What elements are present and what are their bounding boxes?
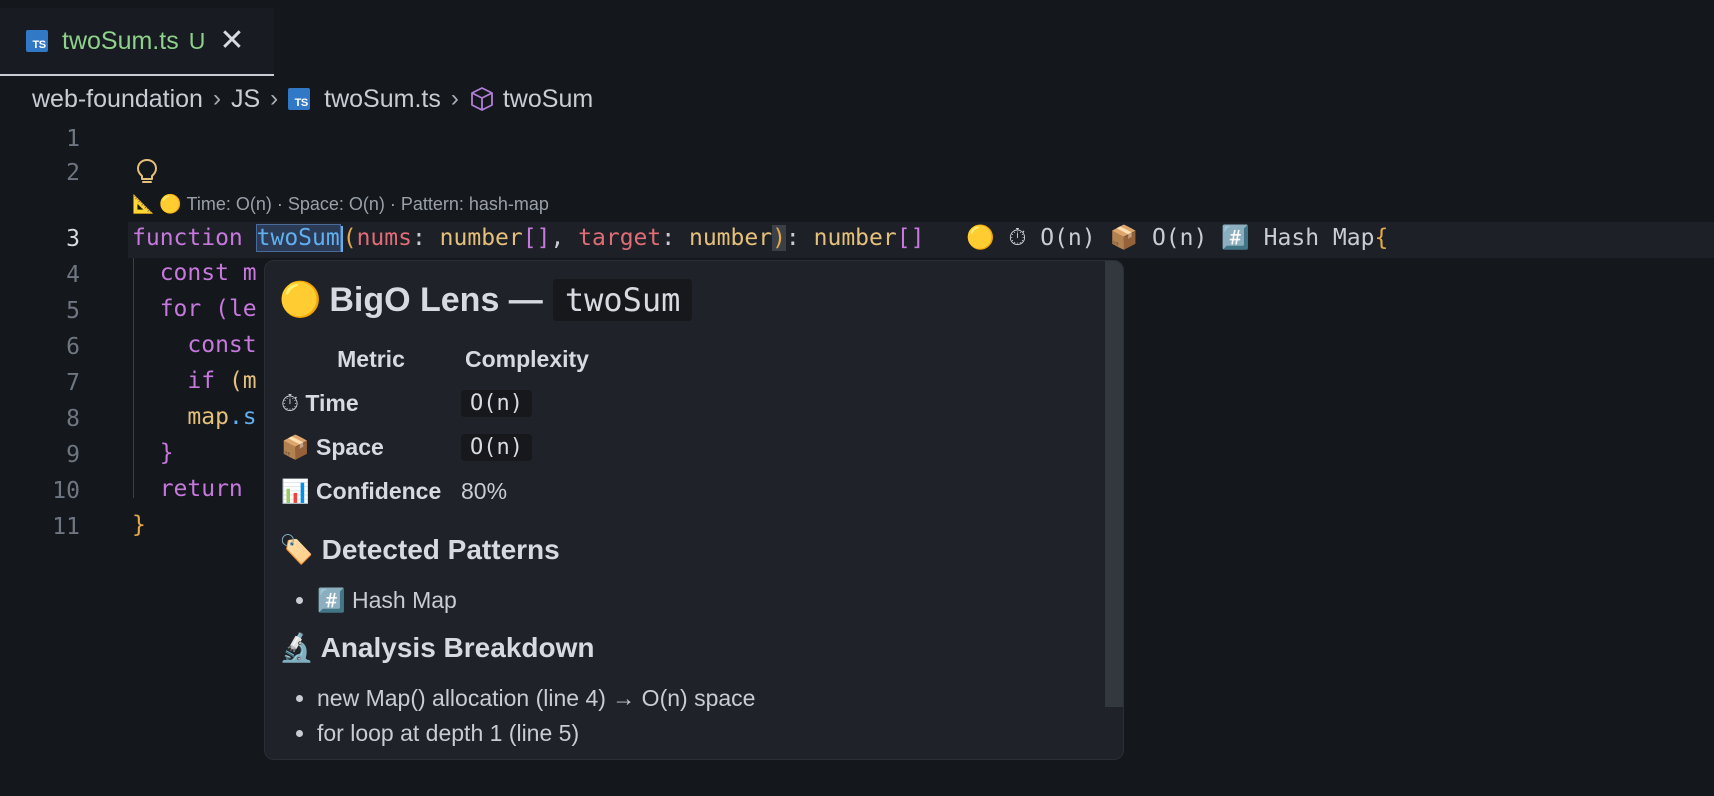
- line-number: 1: [66, 126, 80, 152]
- code-text: .s: [228, 404, 257, 430]
- keyword: if: [132, 368, 229, 394]
- list-item: #️⃣ Hash Map: [317, 587, 457, 614]
- patterns-list: #️⃣ Hash Map: [297, 587, 457, 622]
- codelens-complexity[interactable]: 📐 🟡 Time: O(n) · Space: O(n) · Pattern: …: [132, 194, 549, 215]
- code-text: }: [132, 512, 146, 538]
- editor-tab-twosum[interactable]: TS twoSum.ts U ✕: [0, 8, 274, 76]
- yellow-circle-icon: 🟡: [279, 280, 322, 320]
- metric-value: 80%: [461, 477, 508, 504]
- line-number: 8: [66, 406, 80, 432]
- breadcrumb-item-symbol[interactable]: twoSum: [503, 85, 593, 114]
- table-header: Metric Complexity: [281, 337, 665, 381]
- chevron-right-icon: ›: [450, 85, 459, 112]
- type: number: [439, 225, 523, 251]
- lightbulb-icon[interactable]: [136, 158, 158, 190]
- chevron-right-icon: ›: [212, 85, 221, 112]
- code-line-11: }: [132, 512, 146, 538]
- code-line-6: const: [132, 332, 257, 358]
- package-icon: 📦: [281, 434, 310, 461]
- typescript-file-icon: TS: [288, 88, 311, 110]
- code-line-9: }: [132, 440, 174, 466]
- paren: (: [342, 225, 357, 251]
- line-number: 3: [66, 226, 80, 252]
- section-heading-patterns: 🏷️ Detected Patterns: [279, 534, 560, 565]
- brace: {: [1374, 225, 1389, 251]
- breadcrumb-item-folder[interactable]: JS: [231, 85, 260, 114]
- list-item: new Map() allocation (line 4) → O(n) spa…: [317, 685, 755, 712]
- metric-label: Space: [316, 433, 384, 460]
- line-number: 2: [66, 160, 80, 186]
- type: number: [688, 225, 773, 251]
- chevron-right-icon: ›: [270, 85, 279, 112]
- paren: ): [772, 225, 786, 251]
- code-line-8: map.s: [132, 404, 257, 430]
- hover-title-text: BigO Lens —: [329, 280, 543, 319]
- stopwatch-icon: ⏱: [281, 390, 299, 417]
- type: number: [813, 225, 897, 251]
- section-heading-breakdown: 🔬 Analysis Breakdown: [279, 632, 595, 663]
- code-text: (m: [228, 368, 257, 394]
- code-line-4: const m: [132, 260, 257, 286]
- close-icon[interactable]: ✕: [219, 26, 244, 56]
- line-number: 6: [66, 334, 80, 360]
- code-line-5: for (le: [132, 296, 257, 322]
- breakdown-list: new Map() allocation (line 4) → O(n) spa…: [297, 685, 755, 755]
- keyword: function: [132, 225, 257, 251]
- code-text: const m: [132, 260, 257, 286]
- tab-untracked-badge: U: [188, 27, 206, 54]
- column-header-complexity: Complexity: [465, 345, 589, 372]
- table-row: 📊 Confidence 80%: [281, 469, 665, 513]
- hover-title: 🟡 BigO Lens — twoSum: [279, 279, 693, 321]
- code-text: map: [132, 404, 229, 430]
- breadcrumb: web-foundation › JS › TS twoSum.ts › two…: [32, 80, 593, 118]
- code-text: }: [132, 440, 174, 466]
- bracket: []: [896, 225, 925, 251]
- function-name-selected[interactable]: twoSum: [255, 224, 341, 252]
- table-row: ⏱ Time O(n): [281, 381, 665, 425]
- metric-value: O(n): [461, 434, 532, 461]
- punct: :: [785, 225, 814, 251]
- tab-label: twoSum.ts: [62, 26, 179, 55]
- breadcrumb-item-root[interactable]: web-foundation: [32, 85, 203, 114]
- line-number: 5: [66, 298, 80, 324]
- line-number: 7: [66, 370, 80, 396]
- bracket: []: [522, 225, 551, 251]
- bar-chart-icon: 📊: [281, 478, 310, 505]
- complexity-table: Metric Complexity ⏱ Time O(n) 📦 Space O(…: [281, 337, 665, 513]
- punct: :: [661, 225, 689, 251]
- code-text: return: [132, 476, 243, 502]
- scrollbar[interactable]: [1105, 261, 1123, 707]
- keyword: for: [132, 296, 216, 322]
- param: nums: [356, 225, 412, 251]
- line-number: 9: [66, 442, 80, 468]
- tab-bar: TS twoSum.ts U ✕: [0, 0, 1714, 76]
- hover-popup-bigo-lens[interactable]: 🟡 BigO Lens — twoSum Metric Complexity ⏱…: [264, 260, 1124, 760]
- line-number: 4: [66, 262, 80, 288]
- code-line-7: if (m: [132, 368, 257, 394]
- line-number: 11: [52, 514, 80, 540]
- code-line-10: return: [132, 476, 243, 502]
- line-number: 10: [52, 478, 80, 504]
- param: target: [578, 225, 662, 251]
- column-header-metric: Metric: [337, 345, 405, 372]
- punct: ,: [550, 225, 579, 251]
- list-item: for loop at depth 1 (line 5): [317, 720, 755, 747]
- metric-label: Confidence: [316, 477, 442, 504]
- code-text: (le: [215, 296, 257, 322]
- inlay-hint-complexity: 🟡 ⏱ O(n) 📦 O(n) #️⃣ Hash Map: [924, 225, 1375, 251]
- breadcrumb-item-file[interactable]: twoSum.ts: [324, 85, 441, 114]
- punct: :: [411, 225, 440, 251]
- typescript-file-icon: TS: [26, 30, 48, 52]
- symbol-method-icon: [469, 86, 495, 112]
- metric-label: Time: [305, 389, 359, 416]
- table-row: 📦 Space O(n): [281, 425, 665, 469]
- code-line-3: function twoSum (nums: number[], target: …: [132, 224, 1388, 252]
- metric-value: O(n): [461, 390, 532, 417]
- hover-title-code: twoSum: [552, 279, 693, 321]
- code-text: const: [132, 332, 257, 358]
